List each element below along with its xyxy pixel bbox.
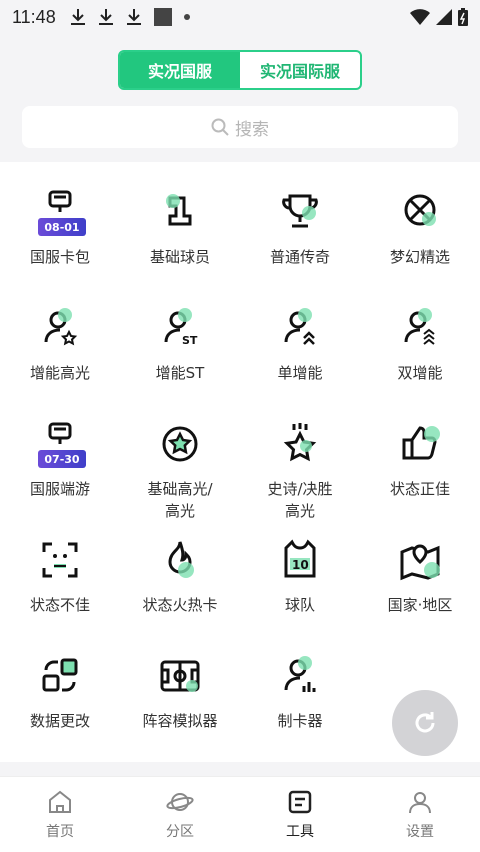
tab-label: 分区 xyxy=(166,823,194,840)
tile-label: 阵容模拟器 xyxy=(142,712,218,730)
card-maker-icon xyxy=(276,652,324,700)
user-double-boost-icon xyxy=(396,304,444,352)
planet-icon xyxy=(166,792,194,811)
more-dot-icon xyxy=(183,14,190,20)
star-circle-icon xyxy=(156,420,204,468)
fire-icon xyxy=(156,536,204,584)
tile-label: 数据更改 xyxy=(29,712,90,730)
tile-label: 制卡器 xyxy=(277,712,323,730)
map-pin-icon xyxy=(396,536,444,584)
tile-team[interactable]: 10 球队 xyxy=(240,536,360,616)
tab-tools[interactable]: 工具 xyxy=(240,777,360,852)
tile-label: 状态火热卡 xyxy=(142,596,218,614)
tile-label: 史诗/决胜 高光 xyxy=(267,480,333,520)
tab-label: 设置 xyxy=(406,823,434,840)
tile-lineup-simulator[interactable]: 阵容模拟器 xyxy=(120,652,240,732)
tile-cn-card-pack[interactable]: 08-01 国服卡包 xyxy=(0,188,120,268)
user-single-boost-icon xyxy=(276,304,324,352)
tile-country-region[interactable]: 国家·地区 xyxy=(360,536,480,616)
tools-panel: 08-01 国服卡包 基础球员 普通传奇 梦幻精选 增能高光 ST 增能ST 单… xyxy=(0,162,480,762)
user-star-icon xyxy=(36,304,84,352)
tile-form-good[interactable]: 状态正佳 xyxy=(360,420,480,500)
jersey-icon: 10 xyxy=(276,536,324,584)
user-st-icon: ST xyxy=(156,304,204,352)
tile-label: 增能高光 xyxy=(29,364,90,382)
tab-label: 首页 xyxy=(46,823,74,840)
data-change-icon xyxy=(36,652,84,700)
notification-icons xyxy=(70,8,190,26)
search-input[interactable]: 搜索 xyxy=(22,106,458,148)
tab-zones[interactable]: 分区 xyxy=(120,777,240,852)
pitch-icon xyxy=(156,652,204,700)
card-pack-date: 08-01 xyxy=(38,218,86,236)
signal-icon xyxy=(436,9,452,25)
tile-label: 基础高光/ 高光 xyxy=(147,480,213,520)
pc-game-date: 07-30 xyxy=(38,450,86,468)
tab-label: 工具 xyxy=(286,823,314,840)
tile-base-highlight[interactable]: 基础高光/ 高光 xyxy=(120,420,240,522)
tile-label: 状态不佳 xyxy=(29,596,90,614)
tile-label: 国服端游 xyxy=(29,480,90,498)
tile-card-maker[interactable]: 制卡器 xyxy=(240,652,360,732)
card-pack-icon: 08-01 xyxy=(36,188,86,236)
tile-label: 国家·地区 xyxy=(387,596,453,614)
server-toggle: 实况国服 实况国际服 xyxy=(118,50,362,90)
tools-icon xyxy=(288,790,312,813)
app-square-icon xyxy=(153,8,172,26)
tile-boost-st[interactable]: ST 增能ST xyxy=(120,304,240,384)
scan-face-icon xyxy=(36,536,84,584)
battery-icon xyxy=(458,8,468,26)
thumbs-up-icon xyxy=(396,420,444,468)
refresh-icon xyxy=(415,712,435,733)
download-icon xyxy=(70,9,85,25)
download-icon xyxy=(98,9,113,25)
wifi-icon xyxy=(410,9,430,25)
bottom-tab-bar: 首页 分区 工具 设置 xyxy=(0,776,480,852)
tile-label: 双增能 xyxy=(397,364,443,382)
tile-label: 状态正佳 xyxy=(389,480,450,498)
home-icon xyxy=(49,790,71,813)
status-bar: 11:48 xyxy=(0,0,480,34)
search-icon xyxy=(211,118,229,136)
tile-single-boost[interactable]: 单增能 xyxy=(240,304,360,384)
svg-text:ST: ST xyxy=(182,334,198,347)
tile-form-bad[interactable]: 状态不佳 xyxy=(0,536,120,616)
tab-cn-server[interactable]: 实况国服 xyxy=(120,52,240,88)
base-player-icon xyxy=(156,188,204,236)
download-icon xyxy=(126,9,141,25)
tile-data-change[interactable]: 数据更改 xyxy=(0,652,120,732)
svg-text:10: 10 xyxy=(292,558,309,572)
tile-label: 梦幻精选 xyxy=(389,248,450,266)
epic-star-icon xyxy=(276,420,324,468)
pc-game-icon: 07-30 xyxy=(36,420,86,468)
user-icon xyxy=(409,791,431,813)
tile-label: 普通传奇 xyxy=(269,248,330,266)
refresh-button[interactable] xyxy=(392,690,458,756)
tab-settings[interactable]: 设置 xyxy=(360,777,480,852)
tab-home[interactable]: 首页 xyxy=(0,777,120,852)
tile-hot-form[interactable]: 状态火热卡 xyxy=(120,536,240,616)
tile-label: 国服卡包 xyxy=(29,248,90,266)
tile-label: 单增能 xyxy=(277,364,323,382)
tile-epic-highlight[interactable]: 史诗/决胜 高光 xyxy=(240,420,360,522)
tile-dream-select[interactable]: 梦幻精选 xyxy=(360,188,480,268)
tile-label: 球队 xyxy=(284,596,315,614)
tile-label: 基础球员 xyxy=(149,248,210,266)
tile-boost-highlight[interactable]: 增能高光 xyxy=(0,304,120,384)
trophy-icon xyxy=(276,188,324,236)
tile-double-boost[interactable]: 双增能 xyxy=(360,304,480,384)
tab-intl-server[interactable]: 实况国际服 xyxy=(240,52,360,88)
tile-normal-legend[interactable]: 普通传奇 xyxy=(240,188,360,268)
tile-label: 增能ST xyxy=(155,364,205,382)
status-time: 11:48 xyxy=(12,6,56,27)
search-placeholder: 搜索 xyxy=(235,119,269,140)
tile-base-player[interactable]: 基础球员 xyxy=(120,188,240,268)
dream-select-icon xyxy=(396,188,444,236)
tile-cn-pc-game[interactable]: 07-30 国服端游 xyxy=(0,420,120,500)
